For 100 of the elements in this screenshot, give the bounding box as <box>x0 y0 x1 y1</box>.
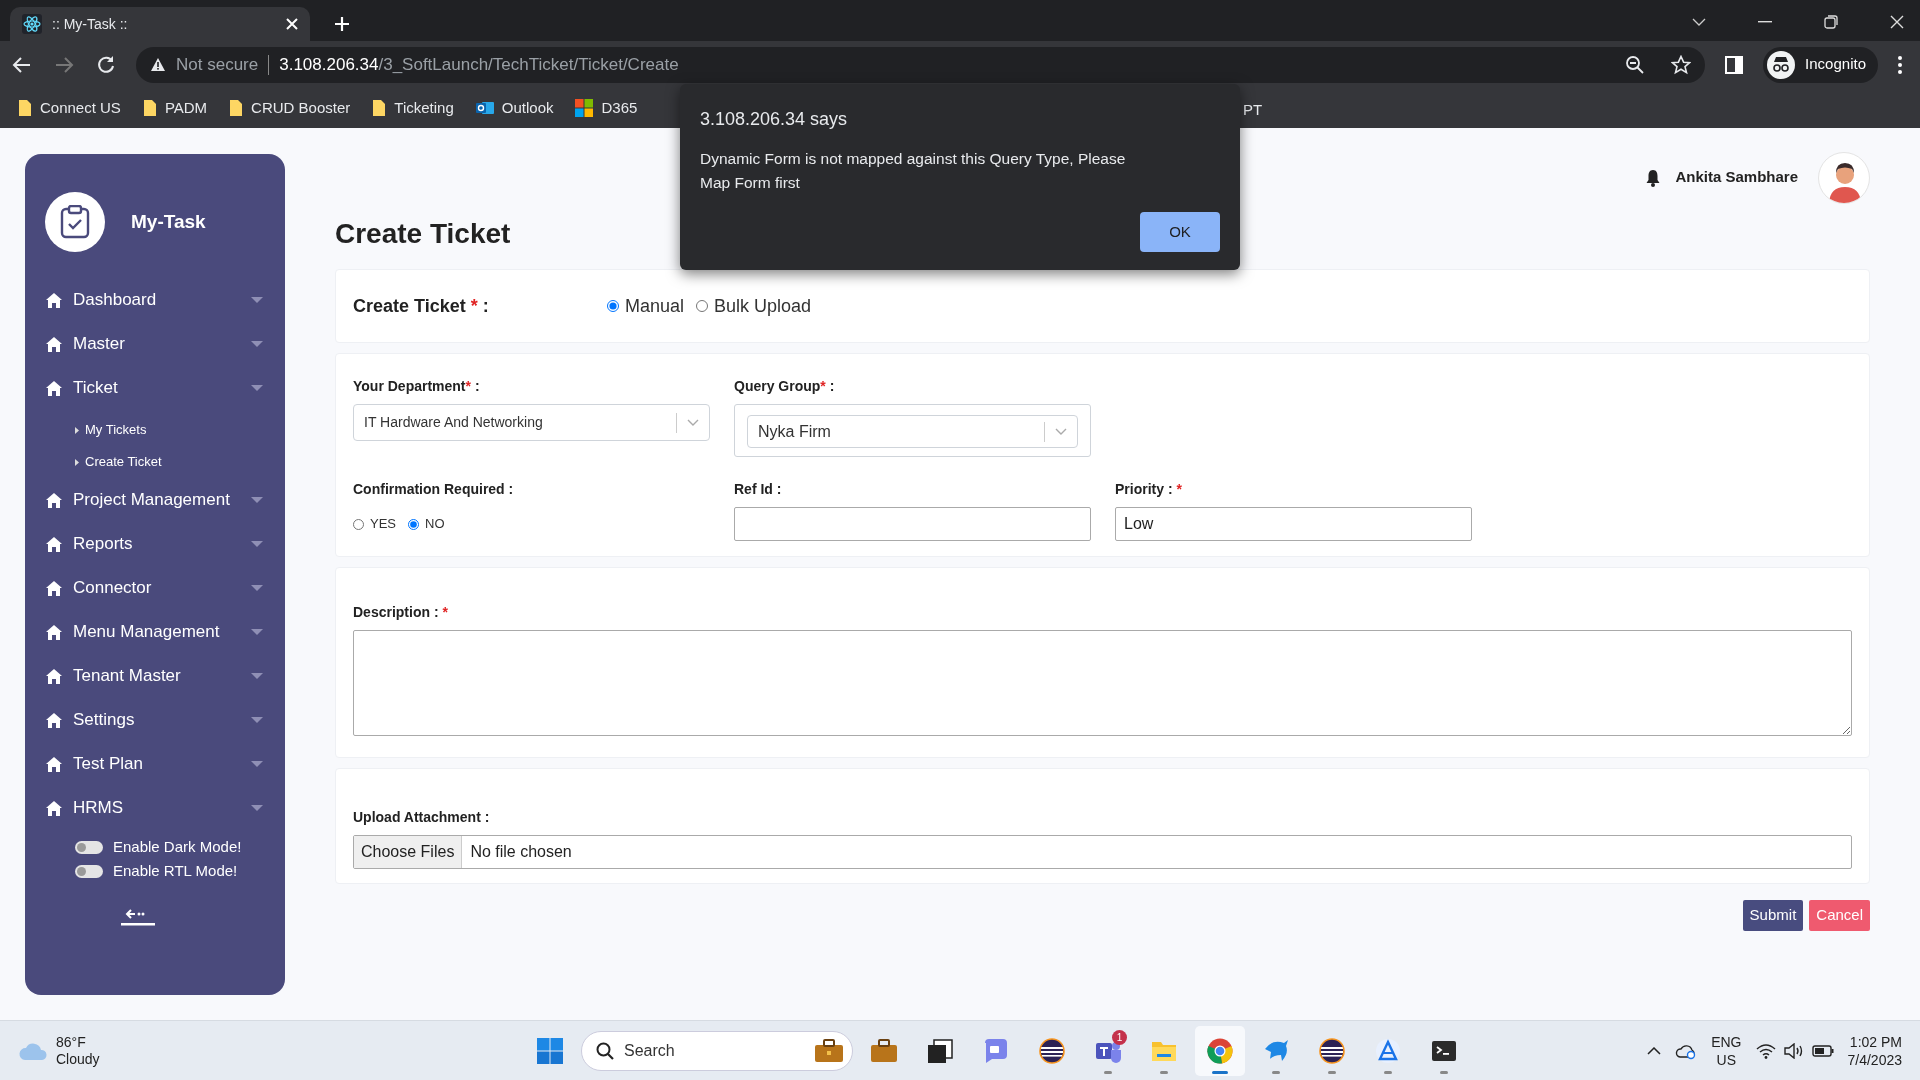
sidebar-item[interactable]: Connector <box>45 570 285 606</box>
battery-icon[interactable] <box>1811 1043 1834 1058</box>
caret-down-icon <box>251 717 263 723</box>
home-icon <box>45 667 63 685</box>
sidebar-item[interactable]: Menu Management <box>45 614 285 650</box>
bookmark[interactable]: CRUD Booster <box>229 96 351 120</box>
bookmark[interactable]: Outlook <box>475 96 554 120</box>
radio-button[interactable] <box>696 300 709 312</box>
zoom-out-icon[interactable] <box>1625 54 1646 75</box>
page-title: Create Ticket <box>335 217 511 251</box>
atom-icon <box>22 14 42 34</box>
four-squares-icon <box>537 1038 563 1064</box>
toggle-label: Enable RTL Mode! <box>113 860 238 881</box>
profile-button[interactable]: Incognito <box>1763 46 1878 83</box>
speaker-icon[interactable] <box>1783 1042 1804 1059</box>
browser-tab[interactable]: :: My-Task :: <box>10 7 310 41</box>
caret-down-icon <box>251 673 263 679</box>
taskbar-app[interactable]: 1 <box>1083 1026 1133 1076</box>
sidebar-item[interactable]: Reports <box>45 526 285 562</box>
chevron-down-icon[interactable] <box>1692 18 1706 26</box>
folder-icon <box>18 99 32 117</box>
star-icon[interactable] <box>1671 54 1692 75</box>
ok-button[interactable]: OK <box>1140 212 1220 252</box>
home-icon <box>45 755 63 773</box>
field-label: Priority : * <box>1115 480 1183 499</box>
radio-button[interactable] <box>353 518 364 530</box>
briefcase-icon <box>814 1039 844 1063</box>
side-panel-icon[interactable] <box>1725 55 1744 74</box>
select-field[interactable]: IT Hardware And Networking <box>353 404 710 441</box>
briefcase-icon <box>870 1037 898 1065</box>
select-field[interactable]: Nyka Firm <box>747 415 1078 448</box>
temperature: 86°F <box>56 1033 87 1051</box>
field-label: Description : * <box>353 603 449 622</box>
sidebar-item[interactable]: HRMS <box>45 790 285 826</box>
sidebar-item[interactable]: Project Management <box>45 482 285 518</box>
address-bar[interactable]: Not secure 3.108.206.34/3_SoftLaunch/TechTicket/Ticket/Create <box>136 46 1706 83</box>
reload-icon[interactable] <box>96 54 116 75</box>
sidebar-item[interactable]: Dashboard <box>45 282 285 318</box>
toggle-label: Enable Dark Mode! <box>113 836 242 857</box>
chevron-down-icon <box>1055 428 1067 435</box>
field-label: Upload Attachment : <box>353 808 491 827</box>
close-icon[interactable] <box>1890 15 1904 29</box>
bookmark[interactable]: Ticketing <box>372 96 454 120</box>
submit-button[interactable]: Submit <box>1742 900 1804 931</box>
chevron-up-icon[interactable] <box>1647 1046 1662 1055</box>
caret-right-icon <box>75 426 79 434</box>
radio-button[interactable] <box>408 518 419 530</box>
bookmark[interactable]: PADM <box>142 96 208 120</box>
weather-condition: Cloudy <box>56 1050 100 1068</box>
home-icon <box>45 379 63 397</box>
sidebar-item[interactable]: Ticket <box>45 370 285 406</box>
clipboard-icon <box>60 205 90 239</box>
caret-down-icon <box>251 541 263 547</box>
home-icon <box>45 335 63 353</box>
submenu-item[interactable]: Create Ticket <box>45 450 285 474</box>
chevron-down-icon <box>687 419 699 426</box>
taskbar-search[interactable]: Search <box>581 1031 853 1071</box>
sidebar-item[interactable]: Master <box>45 326 285 362</box>
caret-right-icon <box>75 458 79 466</box>
forward-arrow-icon[interactable] <box>54 54 74 75</box>
collapse-arrow-icon[interactable] <box>121 908 155 926</box>
bookmark[interactable]: Connect US <box>18 96 121 120</box>
triangle-app-icon <box>1374 1037 1402 1065</box>
field-label: Ref Id : <box>734 480 783 499</box>
clock[interactable]: 1:02 PM 7/4/2023 <box>1847 1032 1902 1069</box>
dialog-title: 3.108.206.34 says <box>700 108 849 131</box>
circle-logo-icon <box>1206 1037 1234 1065</box>
input-field[interactable] <box>734 507 1091 541</box>
restore-icon[interactable] <box>1824 15 1838 29</box>
caret-down-icon <box>251 385 263 391</box>
folder-icon <box>229 99 244 117</box>
input-field[interactable]: Low <box>1115 507 1472 541</box>
home-icon <box>45 491 63 509</box>
choose-files-button[interactable]: Choose Files <box>354 836 463 868</box>
bookmark[interactable]: D365 <box>575 96 638 120</box>
sidebar-item[interactable]: Test Plan <box>45 746 285 782</box>
dialog-message: Dynamic Form is not mapped against this Query Type, Please Map Form first <box>700 149 1127 193</box>
wifi-icon[interactable] <box>1755 1042 1776 1059</box>
plus-icon[interactable] <box>334 16 350 32</box>
toggle-switch[interactable] <box>75 864 103 878</box>
option-label: Manual <box>625 294 685 318</box>
striped-circle-icon <box>1318 1037 1346 1065</box>
toggle-switch[interactable] <box>75 840 103 854</box>
bookmark[interactable]: PT <box>1243 99 1263 122</box>
radio-button[interactable] <box>607 300 619 312</box>
home-icon <box>45 535 63 553</box>
sidebar-item[interactable]: Tenant Master <box>45 658 285 694</box>
back-arrow-icon[interactable] <box>12 54 32 75</box>
submenu-item[interactable]: My Tickets <box>45 418 285 442</box>
home-icon <box>45 799 63 817</box>
minimize-icon[interactable] <box>1758 21 1772 23</box>
field-label: Confirmation Required : <box>353 480 515 499</box>
file-input[interactable]: Choose Files No file chosen <box>353 835 1852 869</box>
language-indicator[interactable]: ENG US <box>1711 1032 1742 1069</box>
more-icon[interactable] <box>1898 55 1902 74</box>
home-icon <box>45 579 63 597</box>
bell-icon[interactable] <box>1645 168 1662 187</box>
sidebar-item[interactable]: Settings <box>45 702 285 738</box>
caret-down-icon <box>251 297 263 303</box>
window-stack-icon <box>926 1037 954 1065</box>
